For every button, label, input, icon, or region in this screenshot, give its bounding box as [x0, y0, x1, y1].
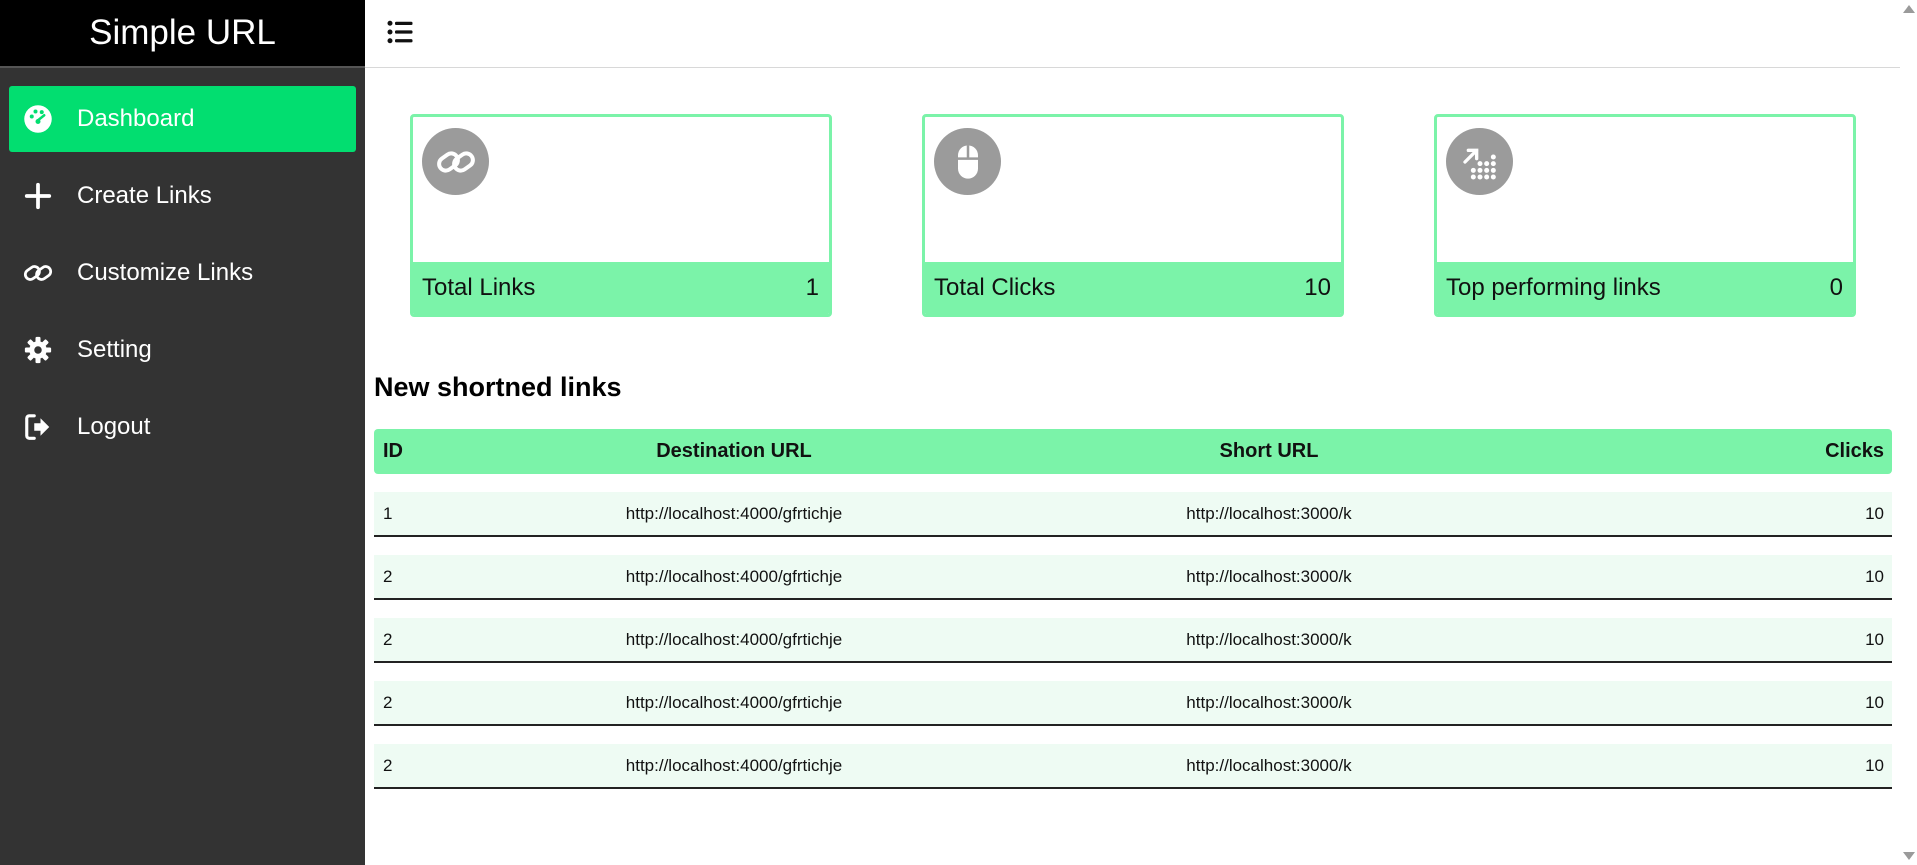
table-row[interactable]: 2 http://localhost:4000/gfrtichje http:/…	[374, 681, 1892, 726]
sidebar-nav: Dashboard Create Links Customize Links S…	[0, 68, 365, 460]
sidebar-item-label: Create Links	[77, 182, 212, 209]
scroll-down-arrow-icon[interactable]	[1903, 852, 1915, 860]
page-scrollbar[interactable]	[1900, 0, 1917, 865]
stat-card-footer: Top performing links 0	[1437, 262, 1853, 314]
cell-id: 1	[383, 503, 393, 523]
sidebar-item-label: Customize Links	[77, 259, 254, 286]
cell-destination-url: http://localhost:4000/gfrtichje	[625, 566, 843, 586]
cell-clicks: 10	[1865, 566, 1884, 586]
table-header: ID Destination URL Short URL Clicks	[374, 429, 1892, 474]
cell-destination-url: http://localhost:4000/gfrtichje	[625, 755, 843, 775]
table-row[interactable]: 2 http://localhost:4000/gfrtichje http:/…	[374, 618, 1892, 663]
cell-clicks: 10	[1865, 692, 1884, 712]
links-table: ID Destination URL Short URL Clicks 1 ht…	[374, 429, 1892, 789]
cell-short-url: http://localhost:3000/k	[1186, 755, 1352, 775]
stat-card-total-clicks: Total Clicks 10	[922, 114, 1344, 317]
column-header-short: Short URL	[1219, 440, 1319, 462]
stat-label: Total Clicks	[934, 274, 1056, 301]
sidebar-item-customize-links[interactable]: Customize Links	[9, 240, 356, 306]
cell-short-url: http://localhost:3000/k	[1186, 566, 1352, 586]
link-icon	[422, 128, 489, 195]
app-title: Simple URL	[0, 0, 365, 68]
cell-clicks: 10	[1865, 503, 1884, 523]
sidebar-item-label: Logout	[77, 413, 151, 440]
cell-clicks: 10	[1865, 629, 1884, 649]
palette-icon	[21, 102, 55, 136]
column-header-id: ID	[383, 440, 403, 462]
stat-card-top-performing: Top performing links 0	[1434, 114, 1856, 317]
column-header-clicks: Clicks	[1825, 440, 1884, 462]
link-icon	[21, 256, 55, 290]
cell-short-url: http://localhost:3000/k	[1186, 503, 1352, 523]
logout-icon	[21, 410, 55, 444]
plus-icon	[21, 179, 55, 213]
sidebar-item-create-links[interactable]: Create Links	[9, 163, 356, 229]
stat-value: 10	[1304, 274, 1331, 301]
stat-label: Total Links	[422, 274, 536, 301]
gear-icon	[21, 333, 55, 367]
table-row[interactable]: 1 http://localhost:4000/gfrtichje http:/…	[374, 492, 1892, 537]
cell-id: 2	[383, 692, 393, 712]
cell-destination-url: http://localhost:4000/gfrtichje	[625, 503, 843, 523]
cell-clicks: 10	[1865, 755, 1884, 775]
list-icon[interactable]	[385, 17, 415, 47]
table-row[interactable]: 2 http://localhost:4000/gfrtichje http:/…	[374, 744, 1892, 789]
column-header-destination: Destination URL	[656, 440, 812, 462]
stat-value: 0	[1829, 274, 1843, 301]
cell-id: 2	[383, 629, 393, 649]
stat-card-footer: Total Clicks 10	[925, 262, 1341, 314]
sidebar-item-label: Dashboard	[77, 105, 195, 132]
stat-card-total-links: Total Links 1	[410, 114, 832, 317]
sidebar: Simple URL Dashboard Create Links Custom…	[0, 0, 365, 865]
trend-up-icon	[1446, 128, 1513, 195]
sidebar-item-dashboard[interactable]: Dashboard	[9, 86, 356, 152]
section-title: New shortned links	[374, 372, 622, 402]
cell-id: 2	[383, 755, 393, 775]
table-row[interactable]: 2 http://localhost:4000/gfrtichje http:/…	[374, 555, 1892, 600]
sidebar-item-logout[interactable]: Logout	[9, 394, 356, 460]
cell-id: 2	[383, 566, 393, 586]
sidebar-item-setting[interactable]: Setting	[9, 317, 356, 383]
mouse-icon	[934, 128, 1001, 195]
scroll-up-arrow-icon[interactable]	[1903, 5, 1915, 13]
stat-value: 1	[805, 274, 819, 301]
cell-destination-url: http://localhost:4000/gfrtichje	[625, 629, 843, 649]
topbar	[365, 0, 1900, 68]
cell-destination-url: http://localhost:4000/gfrtichje	[625, 692, 843, 712]
stat-label: Top performing links	[1446, 274, 1661, 301]
cell-short-url: http://localhost:3000/k	[1186, 629, 1352, 649]
stat-card-footer: Total Links 1	[413, 262, 829, 314]
cell-short-url: http://localhost:3000/k	[1186, 692, 1352, 712]
sidebar-item-label: Setting	[77, 336, 152, 363]
